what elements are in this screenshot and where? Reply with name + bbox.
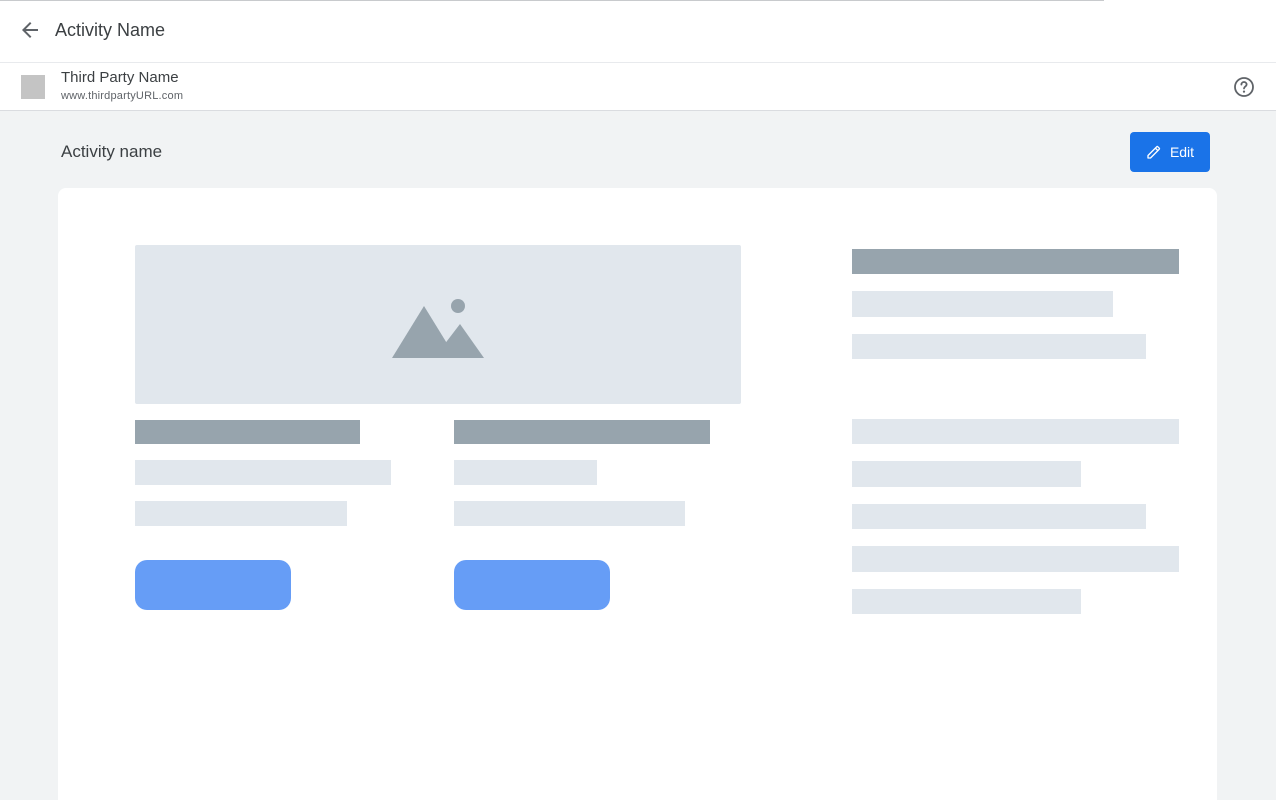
top-app-bar: Activity Name xyxy=(0,1,1276,63)
text-placeholder-line xyxy=(135,501,347,526)
preview-card xyxy=(58,188,1217,800)
text-placeholder-line xyxy=(135,460,391,485)
text-placeholder-line xyxy=(852,419,1179,444)
text-placeholder-heading xyxy=(454,420,710,444)
arrow-left-icon xyxy=(22,22,38,38)
back-button[interactable] xyxy=(18,18,42,42)
third-party-bar: Third Party Name www.thirdpartyURL.com xyxy=(0,63,1276,111)
help-circle-icon xyxy=(1234,77,1254,97)
text-placeholder-line xyxy=(852,589,1081,614)
text-placeholder-line xyxy=(852,504,1146,529)
help-button[interactable] xyxy=(1232,75,1256,99)
image-placeholder xyxy=(135,245,741,404)
text-placeholder-line xyxy=(852,546,1179,572)
edit-button[interactable]: Edit xyxy=(1130,132,1210,172)
text-placeholder-heading xyxy=(852,249,1179,274)
text-placeholder-line xyxy=(454,501,685,526)
text-placeholder-heading xyxy=(135,420,360,444)
text-placeholder-line xyxy=(852,291,1113,317)
text-placeholder-line xyxy=(454,460,597,485)
page: Activity Name Third Party Name www.third… xyxy=(0,0,1276,800)
edit-button-label: Edit xyxy=(1169,144,1195,160)
third-party-name: Third Party Name xyxy=(61,69,179,86)
third-party-logo xyxy=(21,75,45,99)
third-party-url[interactable]: www.thirdpartyURL.com xyxy=(61,89,183,103)
page-title: Activity Name xyxy=(55,20,166,40)
text-placeholder-line xyxy=(852,334,1146,359)
image-placeholder-icon xyxy=(392,299,484,358)
button-placeholder[interactable] xyxy=(454,560,610,610)
pencil-icon xyxy=(1147,145,1161,159)
button-placeholder[interactable] xyxy=(135,560,291,610)
main-content: Activity name Edit xyxy=(0,111,1276,800)
section-title: Activity name xyxy=(61,142,163,161)
text-placeholder-line xyxy=(852,461,1081,487)
